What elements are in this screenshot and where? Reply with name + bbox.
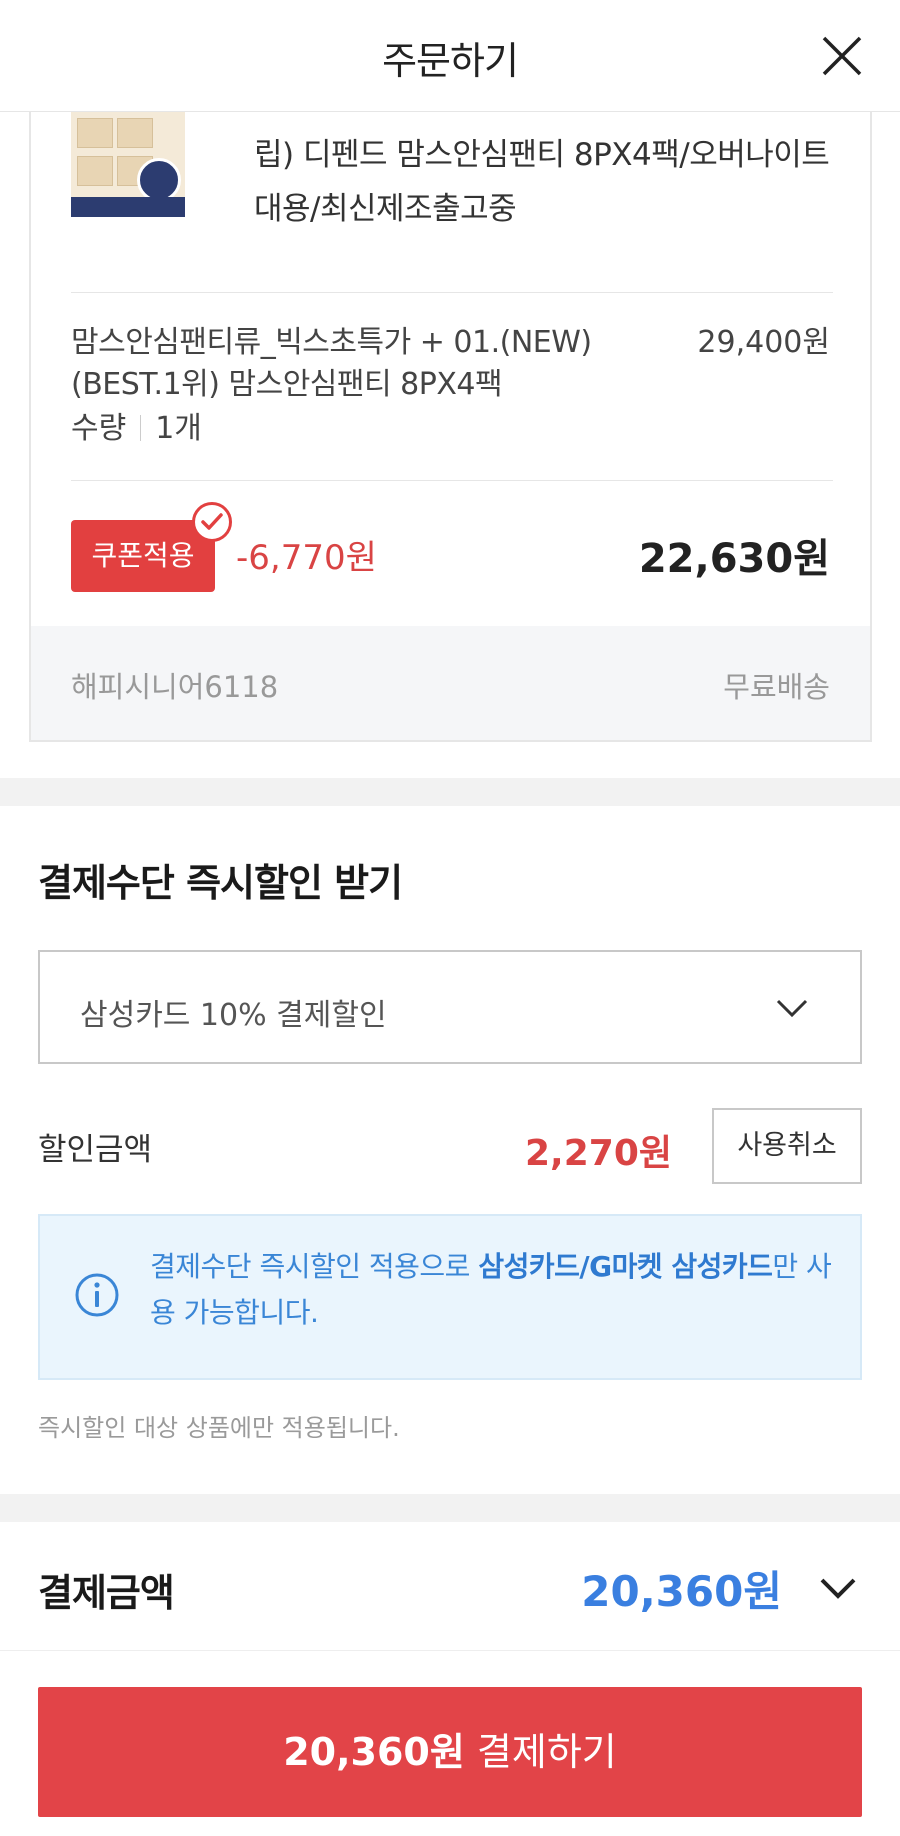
- divider: [71, 480, 833, 481]
- instant-discount-title: 결제수단 즉시할인 받기: [38, 861, 403, 905]
- pay-button-amount: 20,360원: [283, 1730, 465, 1774]
- quantity-separator: [140, 415, 142, 441]
- shipping-fee: 무료배송: [723, 670, 830, 704]
- info-notice-box: 결제수단 즉시할인 적용으로 삼성카드/G마켓 삼성카드만 사용 가능합니다.: [38, 1214, 862, 1380]
- header-bar: 주문하기: [0, 0, 900, 112]
- option-description: 맘스안심팬티류_빅스초특가 + 01.(NEW)(BEST.1위) 맘스안심팬티…: [71, 325, 592, 402]
- payment-amount-value: 20,360원: [581, 1567, 782, 1616]
- item-total-price: 22,630원: [638, 536, 830, 582]
- discount-amount-value: 2,270원: [525, 1133, 672, 1174]
- thumbnail-badge: [137, 158, 181, 197]
- product-thumbnail[interactable]: 초혜택가 18,900원 (P당 500원대): [71, 112, 185, 217]
- chevron-down-icon[interactable]: [818, 1568, 858, 1608]
- pay-button[interactable]: 20,360원 결제하기: [38, 1687, 862, 1817]
- pay-button-label: 결제하기: [464, 1730, 617, 1774]
- quantity-row: 수량 1개: [71, 408, 202, 450]
- card-select-value: 삼성카드 10% 결제할인: [80, 998, 387, 1033]
- cancel-discount-button[interactable]: 사용취소: [712, 1108, 862, 1184]
- coupon-check-icon: [192, 502, 232, 542]
- info-icon: [75, 1273, 119, 1317]
- seller-bar: 해피시니어6118 무료배송: [31, 626, 870, 740]
- quantity-value: 1개: [155, 411, 202, 446]
- info-notice-text: 결제수단 즉시할인 적용으로 삼성카드/G마켓 삼성카드만 사용 가능합니다.: [150, 1244, 850, 1336]
- option-price: 29,400원: [697, 325, 830, 360]
- product-name-line2: 대용/최신제조출고중: [254, 191, 517, 227]
- bottom-action-bar: 20,360원 결제하기: [0, 1650, 900, 1836]
- thumbnail-price-strip: 초혜택가 18,900원 (P당 500원대): [75, 201, 182, 212]
- discount-amount-label: 할인금액: [38, 1132, 153, 1168]
- product-name: 립) 디펜드 맘스안심팬티 8PX4팩/오버나이트 대용/최신제조출고중: [254, 128, 854, 236]
- section-separator: [0, 1494, 900, 1522]
- info-text-highlight: 삼성카드/G마켓 삼성카드: [478, 1250, 773, 1283]
- product-name-line1: 립) 디펜드 맘스안심팬티 8PX4팩/오버나이트: [254, 137, 830, 173]
- order-item-card: 초혜택가 18,900원 (P당 500원대) 립) 디펜드 맘스안심팬티 8P…: [29, 112, 872, 742]
- coupon-discount-amount: -6,770원: [236, 538, 377, 578]
- payment-amount-label: 결제금액: [38, 1571, 175, 1615]
- divider: [71, 292, 833, 293]
- discount-note: 즉시할인 대상 상품에만 적용됩니다.: [38, 1414, 400, 1442]
- close-button[interactable]: [820, 34, 864, 78]
- seller-name: 해피시니어6118: [71, 670, 279, 704]
- card-discount-select[interactable]: 삼성카드 10% 결제할인: [38, 950, 862, 1064]
- quantity-label: 수량: [71, 411, 127, 446]
- close-icon: [822, 36, 862, 76]
- section-separator: [0, 778, 900, 806]
- info-text-prefix: 결제수단 즉시할인 적용으로: [150, 1250, 479, 1283]
- chevron-down-icon: [776, 999, 808, 1018]
- page-title: 주문하기: [382, 39, 519, 83]
